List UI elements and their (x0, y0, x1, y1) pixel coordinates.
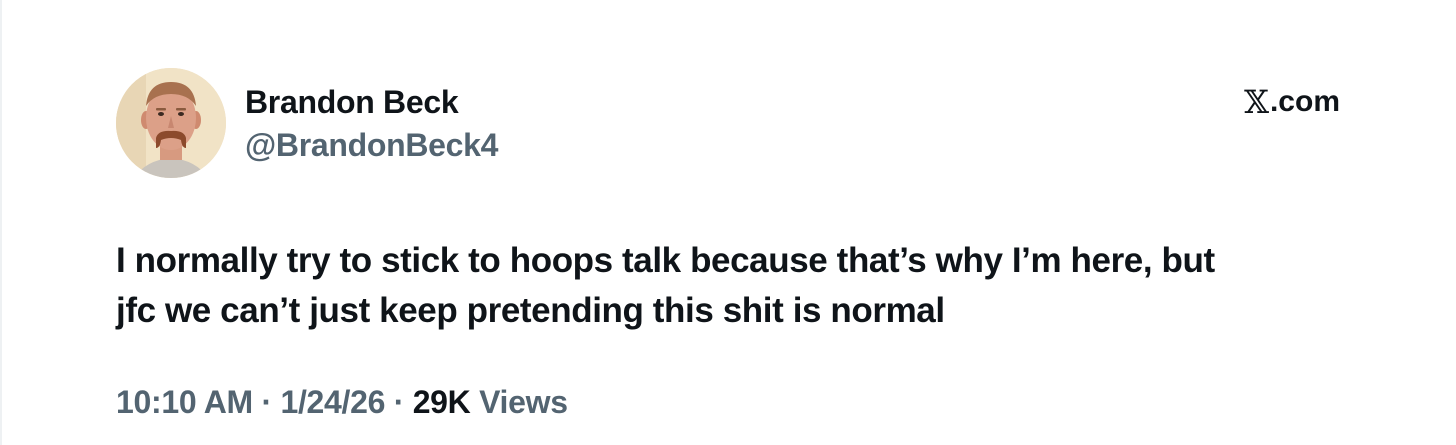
meta-separator: · (393, 384, 405, 420)
author-display-name[interactable]: Brandon Beck (245, 82, 459, 122)
avatar-photo (116, 68, 226, 178)
tweet-card: Brandon Beck @BrandonBeck4 𝕏 .com I norm… (0, 0, 1456, 445)
x-logo-icon: 𝕏 (1244, 83, 1269, 121)
tweet-meta: 10:10 AM · 1/24/26 · 29K Views (116, 382, 568, 422)
avatar[interactable] (116, 68, 226, 178)
views-count: 29K (412, 384, 471, 420)
views-label: Views (479, 384, 568, 420)
meta-separator: · (261, 384, 273, 420)
brand-domain-label: .com (1269, 85, 1340, 118)
tweet-text-line: jfc we can’t just keep pretending this s… (116, 291, 945, 330)
tweet-time[interactable]: 10:10 AM (116, 384, 253, 420)
tweet-text-line: I normally try to stick to hoops talk be… (116, 241, 1215, 280)
x-brand-link[interactable]: 𝕏 .com (1244, 84, 1340, 120)
tweet-date[interactable]: 1/24/26 (280, 384, 385, 420)
author-handle[interactable]: @BrandonBeck4 (245, 125, 498, 165)
tweet-text: I normally try to stick to hoops talk be… (116, 236, 1346, 336)
